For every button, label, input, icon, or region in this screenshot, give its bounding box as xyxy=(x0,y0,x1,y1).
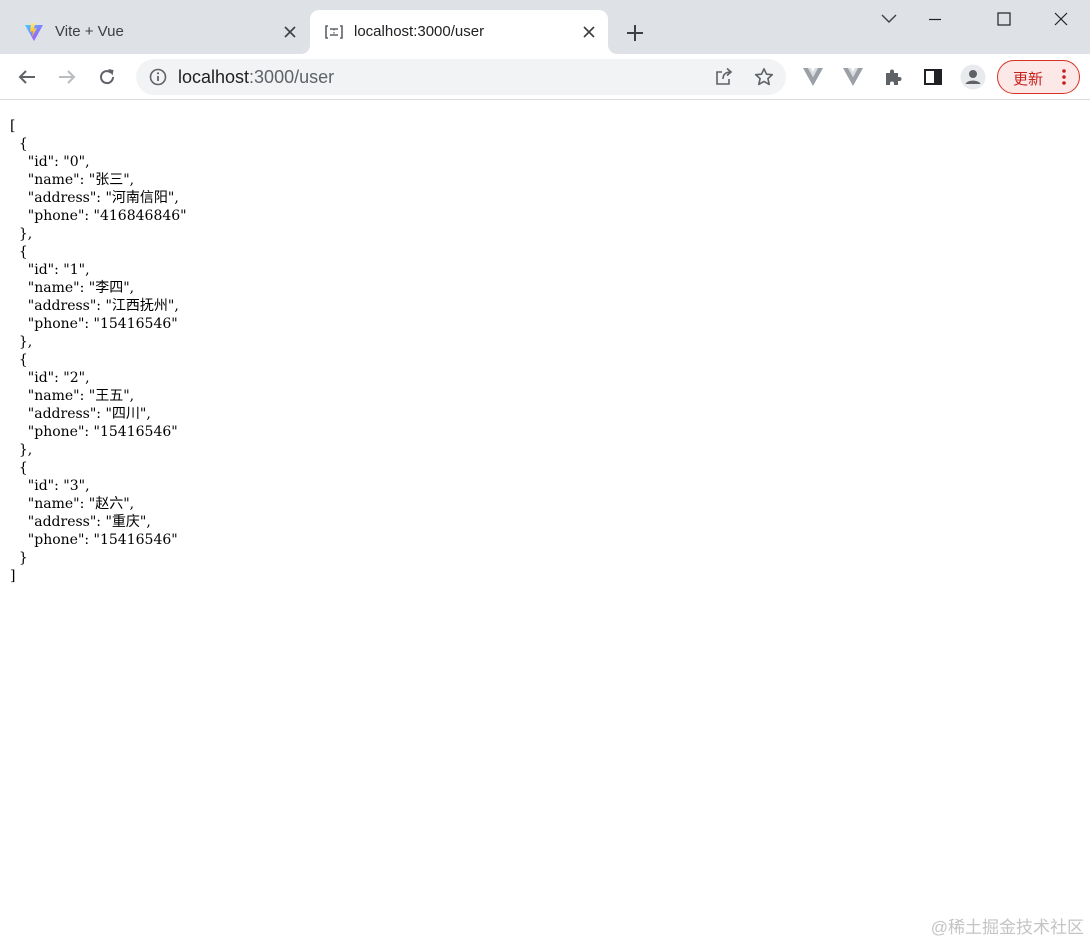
reload-icon[interactable] xyxy=(92,62,122,92)
json-line: "id": "3", xyxy=(10,478,90,494)
watermark: @稀土掘金技术社区 xyxy=(930,918,1084,937)
vue-devtools-extension-icon[interactable] xyxy=(800,64,826,90)
tab-localhost-user[interactable]: localhost:3000/user xyxy=(310,10,608,54)
close-window-icon[interactable] xyxy=(1038,4,1084,34)
close-tab-icon[interactable] xyxy=(580,23,598,41)
kebab-menu-icon[interactable] xyxy=(1056,67,1072,87)
new-tab-button[interactable] xyxy=(622,20,648,46)
tab-vite-vue[interactable]: Vite + Vue xyxy=(8,10,308,54)
close-tab-icon[interactable] xyxy=(281,23,299,41)
forward-arrow-icon[interactable] xyxy=(52,62,82,92)
json-line: "phone": "15416546" xyxy=(10,532,178,548)
json-line: "address": "重庆", xyxy=(10,514,151,530)
browser-toolbar: localhost:3000/user 更新 xyxy=(0,54,1090,100)
json-line: "id": "1", xyxy=(10,262,90,278)
json-line: "name": "王五", xyxy=(10,388,135,404)
page-content: [ { "id": "0", "name": "张三", "address": … xyxy=(0,101,1090,941)
update-chrome-button[interactable]: 更新 xyxy=(997,60,1080,94)
extensions-puzzle-icon[interactable] xyxy=(880,64,906,90)
page-icon xyxy=(324,22,344,42)
json-line: "address": "河南信阳", xyxy=(10,190,179,206)
url-path: :3000/user xyxy=(249,67,335,87)
json-line: "phone": "15416546" xyxy=(10,316,178,332)
json-line: "name": "张三", xyxy=(10,172,135,188)
share-icon[interactable] xyxy=(713,66,735,88)
site-info-icon[interactable] xyxy=(148,67,168,87)
json-line: } xyxy=(10,550,28,566)
json-line: { xyxy=(10,352,28,368)
url-text[interactable]: localhost:3000/user xyxy=(178,67,334,88)
json-line: { xyxy=(10,136,28,152)
back-arrow-icon[interactable] xyxy=(12,62,42,92)
bookmark-star-icon[interactable] xyxy=(753,66,775,88)
address-bar[interactable]: localhost:3000/user xyxy=(136,59,786,95)
side-panel-icon[interactable] xyxy=(920,64,946,90)
minimize-window-icon[interactable] xyxy=(912,4,958,34)
json-line: ] xyxy=(10,568,16,584)
json-line: "name": "赵六", xyxy=(10,496,135,512)
json-line: "id": "0", xyxy=(10,154,90,170)
json-line: }, xyxy=(10,334,33,350)
profile-avatar-icon[interactable] xyxy=(960,64,986,90)
json-line: "name": "李四", xyxy=(10,280,135,296)
url-host: localhost xyxy=(178,67,250,87)
vite-logo-icon xyxy=(24,22,44,42)
json-line: { xyxy=(10,460,28,476)
json-response-body: [ { "id": "0", "name": "张三", "address": … xyxy=(10,117,187,585)
json-line: }, xyxy=(10,442,33,458)
json-line: "id": "2", xyxy=(10,370,90,386)
json-line: "phone": "416846846" xyxy=(10,208,187,224)
json-line: }, xyxy=(10,226,33,242)
update-button-label: 更新 xyxy=(1013,71,1044,88)
json-line: [ xyxy=(10,118,16,134)
tab-search-chevron-down-icon[interactable] xyxy=(866,4,912,34)
tab-strip: Vite + Vue localhost:3000/user xyxy=(0,0,1090,54)
tab-title: Vite + Vue xyxy=(55,23,124,40)
json-line: "address": "四川", xyxy=(10,406,151,422)
json-line: "address": "江西抚州", xyxy=(10,298,179,314)
maximize-window-icon[interactable] xyxy=(981,4,1027,34)
json-line: "phone": "15416546" xyxy=(10,424,178,440)
json-line: { xyxy=(10,244,28,260)
vue-extension-icon[interactable] xyxy=(840,64,866,90)
tab-title: localhost:3000/user xyxy=(354,23,485,40)
